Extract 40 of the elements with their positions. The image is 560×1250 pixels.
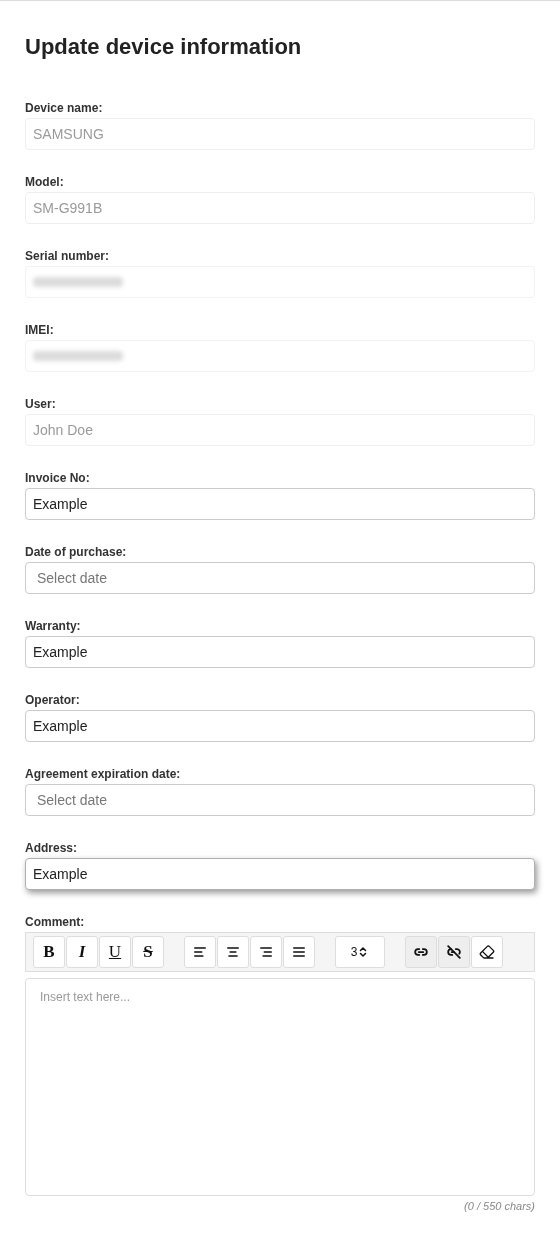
align-right-button[interactable] bbox=[250, 936, 282, 968]
text-field[interactable]: Example bbox=[25, 636, 535, 668]
strike-button[interactable]: S bbox=[132, 936, 164, 968]
text-field[interactable]: Example bbox=[25, 858, 535, 890]
field-label: Model: bbox=[25, 174, 65, 191]
text-field[interactable]: Example bbox=[25, 488, 535, 520]
link-icon bbox=[414, 945, 428, 959]
character-counter: (0 / 550 chars) bbox=[464, 1199, 535, 1214]
date-field[interactable]: Select date bbox=[25, 562, 535, 594]
align-center-icon bbox=[226, 945, 240, 959]
text-field[interactable]: Example bbox=[25, 710, 535, 742]
field-label: IMEI: bbox=[25, 322, 55, 339]
field-label: Warranty: bbox=[25, 618, 82, 635]
align-left-icon bbox=[193, 945, 207, 959]
field-label: Address: bbox=[25, 840, 78, 857]
eraser-icon bbox=[479, 944, 495, 960]
justify-button[interactable] bbox=[283, 936, 315, 968]
field-label: Agreement expiration date: bbox=[25, 766, 182, 783]
justify-icon bbox=[292, 945, 306, 959]
field-label: Date of purchase: bbox=[25, 544, 128, 561]
page-title: Update device information bbox=[25, 33, 303, 61]
align-right-icon bbox=[259, 945, 273, 959]
text-field[interactable] bbox=[25, 266, 535, 298]
align-center-button[interactable] bbox=[217, 936, 249, 968]
underline-button[interactable]: U bbox=[99, 936, 131, 968]
italic-button[interactable]: I bbox=[66, 936, 98, 968]
date-field[interactable]: Select date bbox=[25, 784, 535, 816]
unlink-icon bbox=[447, 945, 461, 959]
bold-button[interactable]: B bbox=[33, 936, 65, 968]
comment-editor[interactable]: Insert text here... bbox=[25, 978, 535, 1196]
text-field[interactable] bbox=[25, 340, 535, 372]
font-size-select[interactable]: 3 bbox=[335, 936, 385, 968]
field-label: Comment: bbox=[25, 914, 86, 931]
field-label: Device name: bbox=[25, 100, 104, 117]
field-label: User: bbox=[25, 396, 57, 413]
field-label: Serial number: bbox=[25, 248, 111, 265]
align-left-button[interactable] bbox=[184, 936, 216, 968]
eraser-button[interactable] bbox=[471, 936, 503, 968]
field-label: Invoice No: bbox=[25, 470, 91, 487]
field-label: Operator: bbox=[25, 692, 81, 709]
